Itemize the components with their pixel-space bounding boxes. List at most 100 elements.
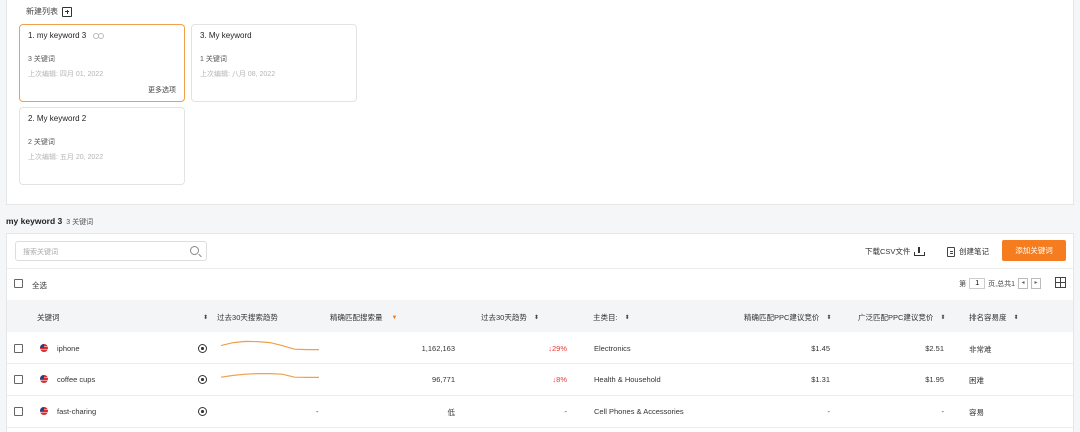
pager-prefix: 第 <box>959 280 967 288</box>
prev-page-button[interactable]: ◂ <box>1018 278 1028 289</box>
column-header-label: 关键词 <box>37 313 60 322</box>
shared-users-icon <box>92 32 105 39</box>
column-header-category[interactable]: 主类目: ⬍ <box>593 312 630 323</box>
new-list-button[interactable]: 新建列表 <box>26 6 72 17</box>
download-icon <box>914 247 926 256</box>
sort-icon: ⬍ <box>826 315 832 321</box>
keyword-detail-icon[interactable] <box>198 375 207 384</box>
row-checkbox[interactable] <box>14 375 23 384</box>
column-settings-icon[interactable] <box>1055 277 1066 288</box>
sparkline-path <box>220 340 319 351</box>
trend-cell: - <box>564 407 568 416</box>
section-title-text: my keyword 3 <box>6 216 63 226</box>
add-keyword-button[interactable]: 添加关键词 <box>1002 240 1066 261</box>
column-header-keyword[interactable]: 关键词 <box>37 312 60 323</box>
list-card-title: 1. my keyword 3 <box>28 31 87 40</box>
column-header-label: 过去30天搜索趋势 <box>217 313 278 322</box>
pagination: 第 页,总共1 ◂ ▸ <box>959 278 1041 289</box>
download-csv-label: 下载CSV文件 <box>865 247 911 256</box>
row-checkbox[interactable] <box>14 407 23 416</box>
note-icon <box>947 246 955 257</box>
sort-icon: ⬍ <box>940 315 946 321</box>
keyword-cell[interactable]: coffee cups <box>57 375 95 384</box>
column-header-label: 精确匹配PPC建议竞价 <box>744 313 820 322</box>
search-icon[interactable] <box>190 246 199 255</box>
sparkline-path <box>220 373 319 378</box>
column-header-exact-ppc[interactable]: 精确匹配PPC建议竞价 ⬍ <box>744 312 831 323</box>
list-card-my-keyword-2[interactable]: 2. My keyword 2 2 关键词 上次编辑: 五月 20, 2022 <box>19 107 185 185</box>
keyword-cell[interactable]: fast-charing <box>57 407 96 416</box>
trend-value: 8% <box>556 375 567 384</box>
column-header-label: 排名容易度 <box>969 313 1007 322</box>
trend-cell: ↓8% <box>552 375 567 384</box>
row-divider <box>7 427 1073 428</box>
keyword-detail-icon[interactable] <box>198 407 207 416</box>
sort-icon: ⬍ <box>1013 315 1019 321</box>
difficulty-cell: 非常难 <box>969 345 992 354</box>
new-list-label: 新建列表 <box>26 7 58 16</box>
download-csv-button[interactable]: 下载CSV文件 <box>865 246 926 257</box>
row-divider <box>7 395 1073 396</box>
search-trend-empty: - <box>316 407 319 416</box>
sort-icon: ⬍ <box>533 315 539 321</box>
keyword-cell[interactable]: iphone <box>57 344 80 353</box>
column-header-label: 过去30天趋势 <box>481 313 527 322</box>
column-header-trend-30[interactable]: 过去30天趋势 ⬍ <box>481 312 539 323</box>
sort-desc-icon: ▼ <box>391 314 398 321</box>
search-trend-sparkline <box>220 373 319 378</box>
list-card-my-keyword[interactable]: 3. My keyword 1 关键词 上次编辑: 八月 08, 2022 <box>191 24 357 102</box>
list-card-count: 2 关键词 <box>28 139 55 146</box>
exact-volume-cell: 低 <box>447 408 456 417</box>
more-options-link[interactable]: 更多选项 <box>148 85 176 95</box>
keywords-panel: 下载CSV文件 创建笔记 添加关键词 全选 第 页,总共1 ◂ ▸ 关键词 ⬍过… <box>6 233 1074 432</box>
keyword-detail-icon[interactable] <box>198 344 207 353</box>
pager-suffix: 页,总共1 <box>988 280 1015 288</box>
exact-ppc-cell: $1.45 <box>811 344 830 353</box>
list-card-my-keyword-3[interactable]: 1. my keyword 3 3 关键词 上次编辑: 四月 01, 2022 … <box>19 24 185 102</box>
us-flag-icon <box>40 407 48 415</box>
exact-volume-cell: 96,771 <box>432 375 455 384</box>
column-header-difficulty[interactable]: 排名容易度 ⬍ <box>969 312 1019 323</box>
us-flag-icon <box>40 375 48 383</box>
list-card-edited: 上次编辑: 八月 08, 2022 <box>200 71 276 78</box>
broad-ppc-cell: $1.95 <box>925 375 944 384</box>
create-note-button[interactable]: 创建笔记 <box>947 246 989 257</box>
category-cell: Electronics <box>594 344 631 353</box>
list-card-count: 1 关键词 <box>200 56 227 63</box>
exact-ppc-cell: $1.31 <box>811 375 830 384</box>
broad-ppc-cell: - <box>941 407 945 416</box>
category-cell: Cell Phones & Accessories <box>594 407 684 416</box>
category-cell: Health & Household <box>594 375 661 384</box>
next-page-button[interactable]: ▸ <box>1031 278 1041 289</box>
column-header-label: 广泛匹配PPC建议竞价 <box>858 313 934 322</box>
plus-square-icon <box>62 6 72 17</box>
column-header-broad-ppc[interactable]: 广泛匹配PPC建议竞价 ⬍ <box>858 312 945 323</box>
broad-ppc-cell: $2.51 <box>925 344 944 353</box>
select-all-checkbox[interactable] <box>14 279 23 288</box>
row-divider <box>7 363 1073 364</box>
keyword-lists-panel: 新建列表 1. my keyword 3 3 关键词 上次编辑: 四月 01, … <box>6 0 1074 205</box>
difficulty-cell: 困难 <box>969 376 984 385</box>
row-checkbox[interactable] <box>14 344 23 353</box>
list-card-count: 3 关键词 <box>28 56 55 63</box>
divider <box>7 268 1073 269</box>
section-title: my keyword 33 关键词 <box>6 216 93 227</box>
select-all-label: 全选 <box>32 281 47 290</box>
list-card-title: 2. My keyword 2 <box>28 114 87 123</box>
table-header: 关键词 ⬍ 过去30天搜索趋势 精确匹配搜索量 ▼ 过去30天趋势 ⬍ 主类目: ⬍ 精… <box>7 300 1073 332</box>
column-header-label: 精确匹配搜索量 <box>330 313 383 322</box>
page-number-input[interactable] <box>969 278 986 289</box>
us-flag-icon <box>40 344 48 352</box>
column-header-exact-volume[interactable]: 精确匹配搜索量 ▼ <box>330 312 397 323</box>
search-input[interactable] <box>23 246 183 258</box>
create-note-label: 创建笔记 <box>959 247 989 256</box>
section-keyword-count: 3 关键词 <box>66 219 94 226</box>
exact-volume-cell: 1,162,163 <box>421 344 455 353</box>
search-trend-sparkline <box>220 340 319 351</box>
difficulty-cell: 容易 <box>969 408 984 417</box>
search-box <box>15 241 207 261</box>
trend-cell: ↓29% <box>548 344 567 353</box>
sort-icon: ⬍ <box>624 315 630 321</box>
column-header-trend-chart[interactable]: ⬍ 过去30天搜索趋势 <box>203 312 278 323</box>
column-header-label: 主类目: <box>593 313 618 322</box>
